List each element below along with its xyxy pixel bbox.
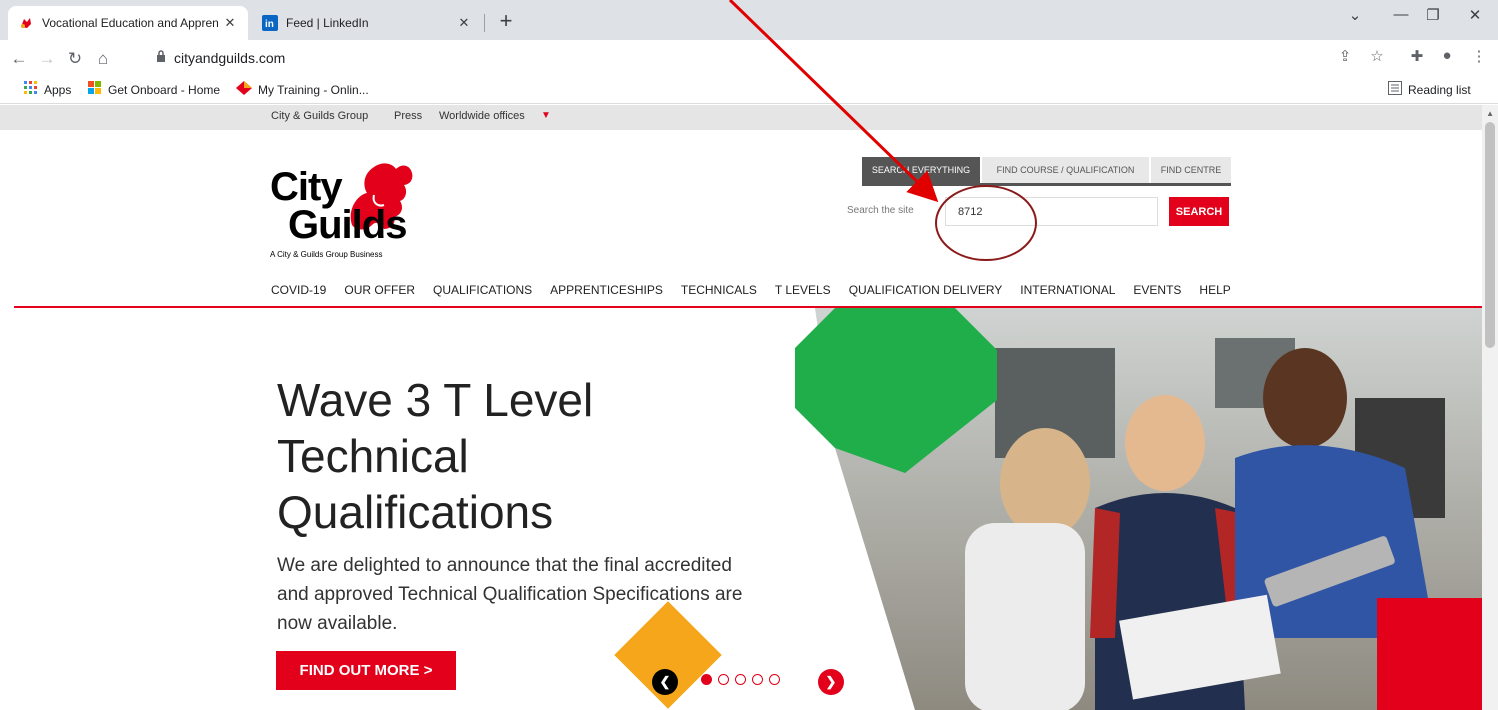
tab-title: Feed | LinkedIn: [286, 16, 369, 30]
press-link[interactable]: Press: [394, 110, 422, 122]
bookmarks-bar: [0, 78, 1498, 104]
hero-title: Wave 3 T Level Technical Qualifications: [277, 374, 594, 538]
reload-icon[interactable]: ↻: [64, 48, 86, 70]
nav-our-offer[interactable]: OUR OFFER: [344, 283, 415, 297]
carousel-next-icon[interactable]: ❯: [818, 669, 844, 695]
city-guilds-favicon-icon: [18, 15, 34, 31]
nav-qualification-delivery[interactable]: QUALIFICATION DELIVERY: [849, 283, 1003, 297]
browser-tab-linkedin[interactable]: in Feed | LinkedIn ✕: [252, 6, 482, 40]
svg-text:in: in: [265, 19, 274, 30]
linkedin-icon: in: [262, 15, 278, 31]
close-tab-icon[interactable]: ✕: [222, 15, 238, 31]
carousel-dot[interactable]: [735, 674, 746, 685]
tab-search-chevron-icon[interactable]: ⌄: [1340, 6, 1370, 24]
tab-find-centre[interactable]: FIND CENTRE: [1150, 157, 1231, 183]
carousel-dots: [701, 674, 780, 685]
minimize-icon[interactable]: —: [1386, 6, 1416, 23]
nav-apprenticeships[interactable]: APPRENTICESHIPS: [550, 283, 663, 297]
carousel-prev-icon[interactable]: ❮: [652, 669, 678, 695]
tab-search-everything[interactable]: SEARCH EVERYTHING: [862, 157, 980, 183]
logo-guilds-text: Guilds: [288, 203, 407, 247]
menu-kebab-icon[interactable]: ⋮: [1468, 47, 1490, 65]
scroll-up-icon[interactable]: ▲: [1486, 109, 1494, 118]
close-window-icon[interactable]: ✕: [1460, 6, 1490, 24]
scrollbar-thumb[interactable]: [1485, 122, 1495, 348]
reading-list-icon: [1388, 81, 1402, 98]
find-out-more-button[interactable]: FIND OUT MORE >: [276, 651, 456, 690]
diamond-logo-icon: [236, 81, 252, 98]
share-icon[interactable]: ⇪: [1334, 47, 1356, 65]
maximize-icon[interactable]: ❐: [1418, 6, 1448, 24]
browser-tab-bar: Vocational Education and Appren ✕ in Fee…: [0, 0, 1498, 40]
browser-tab-active[interactable]: Vocational Education and Appren ✕: [8, 6, 248, 40]
worldwide-offices-link[interactable]: Worldwide offices: [439, 110, 525, 122]
search-tab-underline: [862, 183, 1231, 186]
carousel-dot[interactable]: [718, 674, 729, 685]
profile-icon[interactable]: ●: [1436, 47, 1458, 64]
back-icon[interactable]: ←: [8, 48, 30, 70]
bookmark-my-training[interactable]: My Training - Onlin...: [236, 81, 369, 98]
windows-logo-icon: [88, 81, 102, 98]
bookmark-get-onboard[interactable]: Get Onboard - Home: [88, 81, 220, 98]
nav-qualifications[interactable]: QUALIFICATIONS: [433, 283, 532, 297]
nav-events[interactable]: EVENTS: [1133, 283, 1181, 297]
logo-subtitle: A City & Guilds Group Business: [270, 250, 383, 259]
tab-find-course[interactable]: FIND COURSE / QUALIFICATION: [981, 157, 1149, 183]
search-input[interactable]: [945, 197, 1158, 226]
search-label: Search the site: [847, 205, 914, 216]
utility-bar: [0, 105, 1482, 130]
carousel-dot[interactable]: [752, 674, 763, 685]
nav-international[interactable]: INTERNATIONAL: [1020, 283, 1115, 297]
bookmark-star-icon[interactable]: ☆: [1366, 47, 1388, 65]
carousel-dot[interactable]: [701, 674, 712, 685]
city-guilds-logo[interactable]: City Guilds A City & Guilds Group Busine…: [270, 155, 420, 265]
hero-image: [795, 308, 1482, 710]
forward-icon[interactable]: →: [36, 48, 58, 70]
nav-covid-19[interactable]: COVID-19: [271, 283, 326, 297]
home-icon[interactable]: ⌂: [92, 48, 114, 70]
red-shape: [1377, 598, 1482, 710]
nav-help[interactable]: HELP: [1199, 283, 1230, 297]
nav-technicals[interactable]: TECHNICALS: [681, 283, 757, 297]
address-bar-url[interactable]: cityandguilds.com: [174, 50, 285, 66]
lock-icon[interactable]: [156, 50, 166, 68]
tab-divider: [484, 14, 485, 32]
carousel-dot[interactable]: [769, 674, 780, 685]
search-button[interactable]: SEARCH: [1169, 197, 1229, 226]
tab-title: Vocational Education and Appren: [42, 16, 219, 30]
close-tab-icon[interactable]: ✕: [456, 15, 472, 31]
nav-t-levels[interactable]: T LEVELS: [775, 283, 831, 297]
main-navigation: COVID-19 OUR OFFER QUALIFICATIONS APPREN…: [271, 283, 1231, 297]
apps-grid-icon: [24, 81, 38, 98]
group-link[interactable]: City & Guilds Group: [271, 110, 368, 122]
reading-list[interactable]: Reading list: [1388, 81, 1471, 98]
new-tab-icon[interactable]: +: [492, 8, 520, 36]
extensions-icon[interactable]: ✚: [1406, 47, 1428, 65]
bookmark-apps[interactable]: Apps: [24, 81, 71, 98]
hero-text: We are delighted to announce that the fi…: [277, 555, 743, 634]
caret-down-icon[interactable]: ▼: [541, 110, 551, 121]
